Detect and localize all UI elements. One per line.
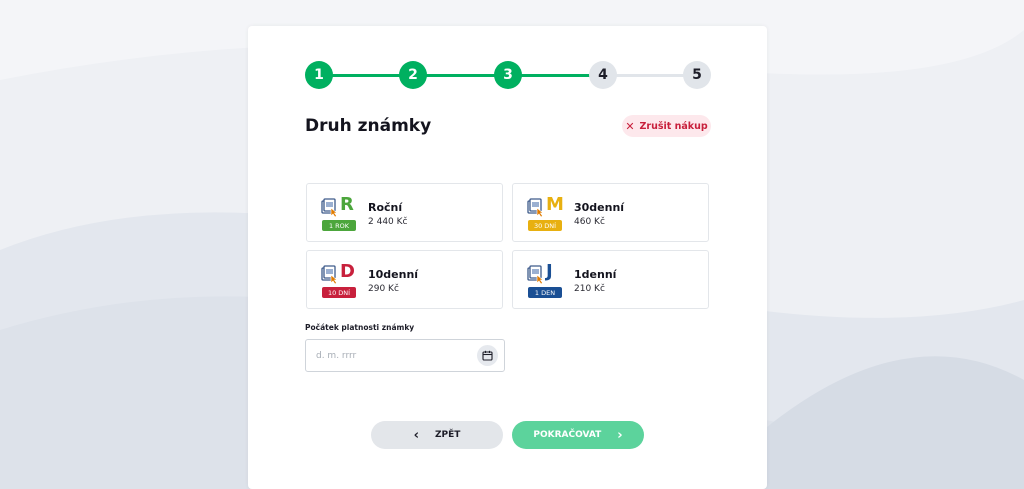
option-name: Roční xyxy=(368,201,403,214)
pc-icon xyxy=(321,198,338,218)
option-name: 30denní xyxy=(574,201,625,214)
option-badge: 30 DNÍ xyxy=(528,220,562,231)
progress-stepper: 1 2 3 4 5 xyxy=(305,61,711,89)
pc-icon xyxy=(527,198,544,218)
step-1: 1 xyxy=(305,61,333,89)
continue-label: POKRAČOVAT xyxy=(533,430,602,440)
option-badge: 1 ROK xyxy=(322,220,356,231)
cancel-purchase-button[interactable]: ✕ Zrušit nákup xyxy=(622,115,711,137)
option-30denni[interactable]: M 30 DNÍ 30denní 460 Kč xyxy=(512,183,709,242)
option-letter: R xyxy=(340,194,354,215)
option-name: 10denní xyxy=(368,268,419,281)
option-rocni[interactable]: R 1 ROK Roční 2 440 Kč xyxy=(306,183,503,242)
option-name: 1denní xyxy=(574,268,617,281)
purchase-card: 1 2 3 4 5 Druh známky ✕ Zrušit nákup R 1… xyxy=(248,26,767,489)
option-letter: D xyxy=(340,261,355,282)
option-price: 210 Kč xyxy=(574,284,605,294)
validity-start-input[interactable] xyxy=(306,340,476,371)
chevron-left-icon: ‹ xyxy=(413,427,419,443)
validity-start-label: Počátek platnosti známky xyxy=(305,323,415,332)
chevron-right-icon: › xyxy=(617,427,623,443)
calendar-icon xyxy=(482,350,493,361)
pc-icon xyxy=(527,265,544,285)
vignette-icon: R 1 ROK xyxy=(321,194,357,232)
continue-button[interactable]: POKRAČOVAT › xyxy=(512,421,644,449)
back-label: ZPĚT xyxy=(434,430,461,440)
vignette-icon: M 30 DNÍ xyxy=(527,194,564,232)
option-badge: 10 DNÍ xyxy=(322,287,356,298)
back-button[interactable]: ‹ ZPĚT xyxy=(371,421,503,449)
calendar-button[interactable] xyxy=(477,345,498,366)
vignette-icon: D 10 DNÍ xyxy=(321,261,357,299)
stepper-line-done xyxy=(319,74,603,77)
close-icon: ✕ xyxy=(625,119,635,133)
validity-start-field xyxy=(305,339,505,372)
step-4: 4 xyxy=(589,61,617,89)
pc-icon xyxy=(321,265,338,285)
step-2: 2 xyxy=(399,61,427,89)
option-letter: M xyxy=(546,194,564,215)
option-price: 290 Kč xyxy=(368,284,399,294)
vignette-icon: J 1 DEN xyxy=(527,261,563,299)
option-price: 2 440 Kč xyxy=(368,217,408,227)
cancel-purchase-label: Zrušit nákup xyxy=(639,120,708,132)
step-5: 5 xyxy=(683,61,711,89)
option-badge: 1 DEN xyxy=(528,287,562,298)
option-price: 460 Kč xyxy=(574,217,605,227)
page-title: Druh známky xyxy=(305,116,432,136)
option-10denni[interactable]: D 10 DNÍ 10denní 290 Kč xyxy=(306,250,503,309)
option-letter: J xyxy=(546,261,553,282)
option-1denni[interactable]: J 1 DEN 1denní 210 Kč xyxy=(512,250,709,309)
step-3: 3 xyxy=(494,61,522,89)
